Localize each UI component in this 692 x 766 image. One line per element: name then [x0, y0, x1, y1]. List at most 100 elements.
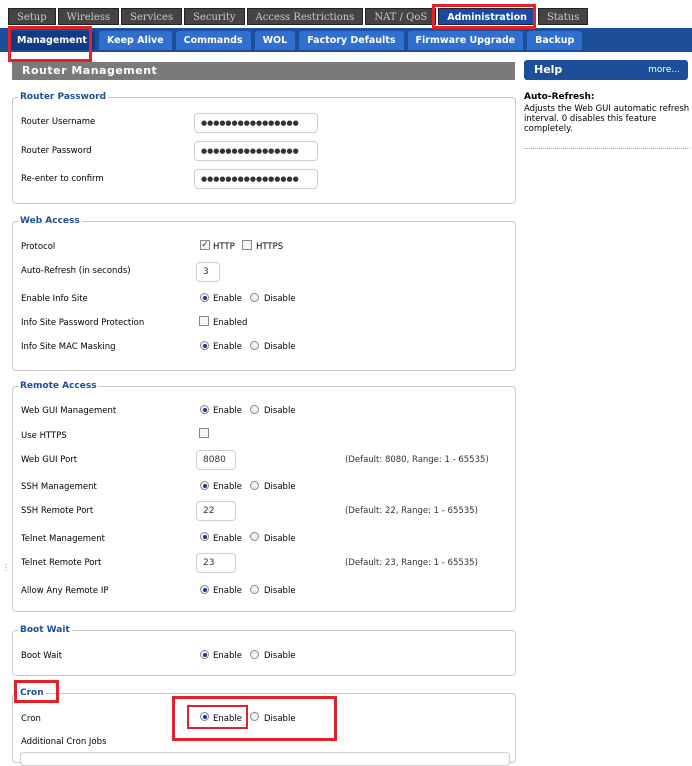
help-more-link[interactable]: more... [648, 65, 680, 75]
cron-enable-radio[interactable] [200, 712, 209, 721]
subtab-commands[interactable]: Commands [175, 31, 251, 50]
ssh-mgmt-enable-label: Enable [213, 482, 242, 492]
ssh-mgmt-enable-radio[interactable] [200, 481, 209, 490]
any-ip-disable-radio[interactable] [250, 585, 259, 594]
subtab-firmware-upgrade[interactable]: Firmware Upgrade [407, 31, 524, 50]
use-https-label: Use HTTPS [21, 431, 67, 441]
http-label: HTTP [213, 242, 235, 252]
router-password-legend: Router Password [18, 92, 109, 102]
confirm-password-label: Re-enter to confirm [21, 174, 104, 184]
any-ip-label: Allow Any Remote IP [21, 586, 109, 596]
gui-port-label: Web GUI Port [21, 455, 78, 465]
info-pw-option-label: Enabled [213, 318, 248, 328]
telnet-mgmt-enable-radio[interactable] [200, 532, 209, 541]
gui-mgmt-disable-label: Disable [264, 406, 296, 416]
any-ip-disable-label: Disable [264, 586, 296, 596]
cron-legend: Cron [18, 688, 46, 698]
info-pw-checkbox[interactable] [199, 316, 209, 326]
cron-disable-label: Disable [264, 714, 296, 724]
https-label: HTTPS [256, 242, 284, 252]
telnet-mgmt-enable-label: Enable [213, 534, 242, 544]
sub-tabs: Management Keep Alive Commands WOL Facto… [9, 31, 583, 50]
page-title: Router Management [12, 62, 515, 80]
subtab-keep-alive[interactable]: Keep Alive [98, 31, 172, 50]
info-site-label: Enable Info Site [21, 294, 88, 304]
telnet-port-input[interactable]: 23 [196, 553, 236, 573]
cron-jobs-textarea[interactable] [20, 752, 510, 766]
help-title: Help [534, 63, 563, 76]
router-password-label: Router Password [21, 146, 92, 156]
tab-administration[interactable]: Administration [438, 8, 536, 25]
help-divider [524, 148, 690, 149]
tab-wireless[interactable]: Wireless [57, 8, 120, 25]
telnet-port-label: Telnet Remote Port [21, 558, 102, 568]
ssh-mgmt-disable-radio[interactable] [250, 481, 259, 490]
router-username-label: Router Username [21, 117, 96, 127]
ssh-mgmt-label: SSH Management [21, 482, 97, 492]
any-ip-enable-radio[interactable] [200, 585, 209, 594]
gui-mgmt-label: Web GUI Management [21, 406, 117, 416]
http-checkbox[interactable]: ✓ [200, 240, 210, 250]
cron-label: Cron [21, 714, 41, 724]
tab-security[interactable]: Security [184, 8, 245, 25]
help-text: Adjusts the Web GUI automatic refresh in… [524, 104, 690, 134]
gui-mgmt-disable-radio[interactable] [250, 405, 259, 414]
ssh-mgmt-disable-label: Disable [264, 482, 296, 492]
info-mac-label: Info Site MAC Masking [21, 342, 116, 352]
subtab-backup[interactable]: Backup [527, 31, 583, 50]
any-ip-enable-label: Enable [213, 586, 242, 596]
info-mac-enable-radio[interactable] [200, 341, 209, 350]
tab-nat-qos[interactable]: NAT / QoS [365, 8, 437, 25]
router-password-input[interactable]: ●●●●●●●●●●●●●●●● [194, 141, 318, 161]
info-pw-label: Info Site Password Protection [21, 318, 145, 328]
cron-enable-label: Enable [213, 714, 242, 724]
boot-wait-enable-radio[interactable] [200, 650, 209, 659]
gui-port-input[interactable]: 8080 [196, 450, 236, 470]
tab-status[interactable]: Status [537, 8, 589, 25]
help-topic: Auto-Refresh: [524, 92, 595, 102]
ssh-port-input[interactable]: 22 [196, 501, 236, 521]
top-tabs: Setup Wireless Services Security Access … [8, 8, 589, 25]
info-site-disable-radio[interactable] [250, 293, 259, 302]
info-mac-disable-radio[interactable] [250, 341, 259, 350]
help-header: Help more... [524, 60, 688, 80]
cron-disable-radio[interactable] [250, 712, 259, 721]
cron-jobs-label: Additional Cron Jobs [21, 737, 107, 747]
subtab-management[interactable]: Management [9, 31, 95, 50]
tab-access-restrictions[interactable]: Access Restrictions [246, 8, 364, 25]
info-site-enable-label: Enable [213, 294, 242, 304]
boot-wait-disable-radio[interactable] [250, 650, 259, 659]
telnet-mgmt-disable-radio[interactable] [250, 532, 259, 541]
boot-wait-legend: Boot Wait [18, 625, 72, 635]
info-mac-enable-label: Enable [213, 342, 242, 352]
boot-wait-disable-label: Disable [264, 651, 296, 661]
tab-setup[interactable]: Setup [8, 8, 56, 25]
https-checkbox[interactable] [242, 240, 252, 250]
telnet-port-note: (Default: 23, Range: 1 - 65535) [345, 558, 478, 568]
autorefresh-input[interactable]: 3 [196, 262, 220, 282]
side-marker: ⋮ [2, 563, 10, 572]
remote-access-legend: Remote Access [18, 381, 99, 391]
boot-wait-label: Boot Wait [21, 651, 63, 661]
tab-services[interactable]: Services [121, 8, 183, 25]
router-username-input[interactable]: ●●●●●●●●●●●●●●●● [194, 113, 318, 133]
telnet-mgmt-label: Telnet Management [21, 534, 105, 544]
web-access-legend: Web Access [18, 216, 82, 226]
autorefresh-label: Auto-Refresh (in seconds) [21, 266, 131, 276]
gui-port-note: (Default: 8080, Range: 1 - 65535) [345, 455, 489, 465]
ssh-port-note: (Default: 22, Range: 1 - 65535) [345, 506, 478, 516]
protocol-label: Protocol [21, 242, 56, 252]
ssh-port-label: SSH Remote Port [21, 506, 94, 516]
gui-mgmt-enable-label: Enable [213, 406, 242, 416]
remote-access-section [12, 386, 516, 612]
info-site-disable-label: Disable [264, 294, 296, 304]
subtab-wol[interactable]: WOL [254, 31, 296, 50]
subtab-factory-defaults[interactable]: Factory Defaults [299, 31, 404, 50]
confirm-password-input[interactable]: ●●●●●●●●●●●●●●●● [194, 169, 318, 189]
telnet-mgmt-disable-label: Disable [264, 534, 296, 544]
info-mac-disable-label: Disable [264, 342, 296, 352]
use-https-checkbox[interactable] [199, 428, 209, 438]
info-site-enable-radio[interactable] [200, 293, 209, 302]
gui-mgmt-enable-radio[interactable] [200, 405, 209, 414]
boot-wait-enable-label: Enable [213, 651, 242, 661]
